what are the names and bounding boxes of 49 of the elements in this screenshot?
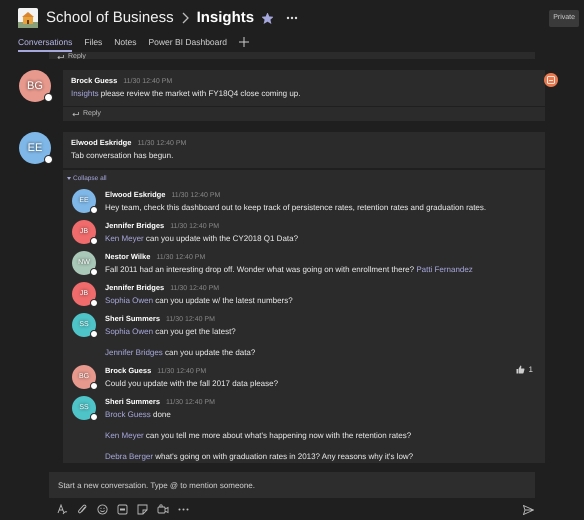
tab[interactable]: Notes [114,36,137,52]
mention-link[interactable]: Sophia Owen [105,296,154,305]
tab[interactable]: Power BI Dashboard [148,36,227,52]
avatar: EE [19,132,51,164]
mention-link[interactable]: Insights [71,89,99,98]
reply-arrow-icon [57,54,64,59]
team-name[interactable]: School of Business [46,7,174,30]
avatar: BG [19,70,51,102]
team-logo-icon [18,8,38,28]
more-options-icon[interactable] [286,16,298,20]
video-camera-icon[interactable] [157,504,169,515]
mention-link[interactable]: Ken Meyer [105,234,144,243]
message-text: Tab conversation has begun. [71,150,174,162]
message-text: Sophia Owen can you update w/ the latest numbers? [105,294,293,307]
message-text: Sophia Owen can you get the latest? [105,326,237,338]
message-text: Insights please review the market with FY18Q4 close coming up. [71,88,302,100]
chevron-icon [182,12,189,24]
message-text: Hey team, check this dashboard out to keep track of persistence rates, retention rates and graduation rates. [105,202,486,214]
channel-name: Insights [196,8,254,28]
message-text: Debra Berger what's going on with graduation rates in 2013? Any reasons why it's low? [105,450,414,463]
add-tab-icon[interactable] [238,36,249,47]
message-text: Fall 2011 had an interesting drop off. Wonder what was going on with enrollment there? Patti Fernandez [105,264,473,276]
thumbs-up-icon[interactable] [516,365,525,374]
mention-link[interactable]: Ken Meyer [105,430,144,440]
emoji-icon[interactable] [97,504,108,515]
mention-link[interactable]: Debra Berger [105,452,154,461]
caret-icon [67,177,71,180]
paperclip-icon[interactable] [77,504,88,515]
message-text: Jennifer Bridges can you update the data? [105,346,256,359]
mention-link[interactable]: Brock Guess [105,410,151,419]
mention-link[interactable]: Patti Fernandez [416,264,473,274]
favorite-star-icon[interactable] [262,12,274,24]
message-text: Ken Meyer can you update with the CY2018 Q1 Data? [105,232,298,245]
like-count: 1 [528,364,533,376]
message-text: Could you update with the fall 2017 data please? [105,378,278,390]
more-options-icon[interactable] [178,508,189,511]
message-text: Brock Guess done [105,408,172,421]
reply-arrow-icon [72,112,79,116]
format-icon[interactable] [57,504,68,515]
presence-icon [44,155,53,164]
mention-link[interactable]: Sophia Owen [105,326,154,336]
compose-field[interactable]: Start a new conversation. Type @ to mention someone. [49,472,535,498]
sticker-icon[interactable] [137,504,148,515]
presence-icon [44,93,53,102]
message-text: Ken Meyer can you tell me more about what's happening now with the retention rates? [105,430,412,442]
gif-icon[interactable] [117,504,128,515]
mention-link[interactable]: Jennifer Bridges [105,348,163,357]
tab[interactable]: Files [84,36,102,52]
send-icon[interactable] [523,504,534,514]
